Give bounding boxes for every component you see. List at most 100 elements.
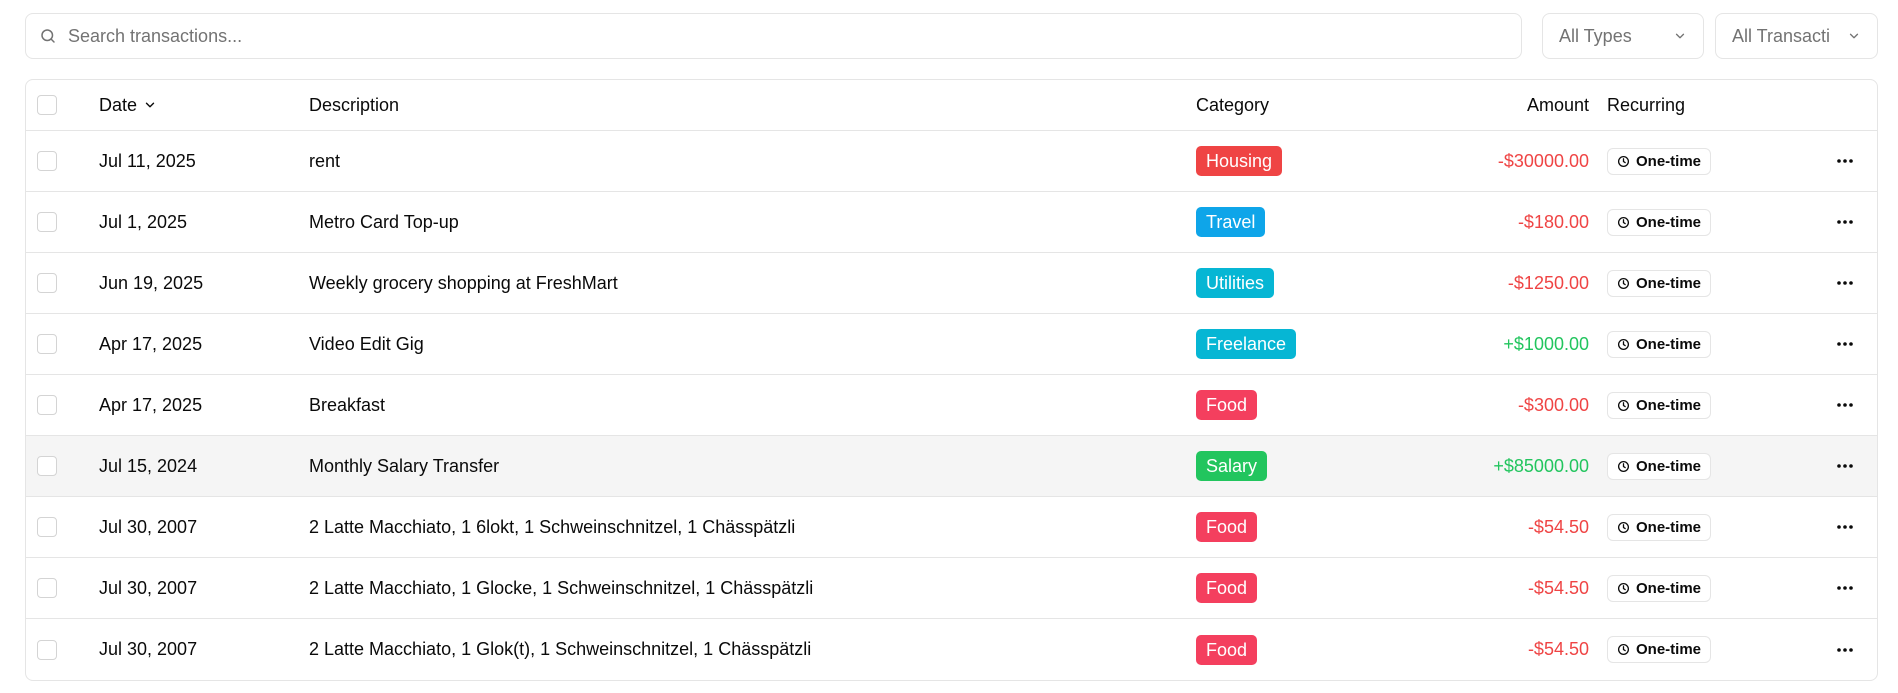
transaction-filter-select[interactable]: All Transacti [1715,13,1878,59]
row-date: Jul 11, 2025 [99,150,196,171]
chevron-down-icon [1847,29,1861,43]
table-row[interactable]: Jul 1, 2025 Metro Card Top-up Travel -$1… [26,192,1877,253]
row-category-cell: Freelance [1196,314,1297,374]
row-actions-button[interactable] [1833,619,1857,680]
row-date: Jul 15, 2024 [99,455,198,476]
row-actions-button[interactable] [1833,253,1857,313]
row-description: 2 Latte Macchiato, 1 Glocke, 1 Schweinsc… [309,577,814,598]
row-amount: +$85000.00 [1493,455,1589,476]
table-row[interactable]: Jul 30, 2007 2 Latte Macchiato, 1 Glok(t… [26,619,1877,680]
row-checkbox[interactable] [37,517,57,537]
row-amount: -$54.50 [1527,639,1589,659]
description-column-header: Description [309,94,400,115]
recurring-badge: One-time [1607,330,1712,358]
row-amount: -$30000.00 [1497,150,1589,171]
row-description: Metro Card Top-up [309,211,459,232]
type-filter-label: All Types [1559,25,1632,46]
row-category-cell: Utilities [1196,253,1275,313]
row-amount: -$180.00 [1517,211,1589,232]
row-select-cell [36,192,58,252]
category-badge: Travel [1196,207,1266,237]
row-actions-button[interactable] [1833,131,1857,191]
date-header-label: Date [99,94,138,115]
category-column-header: Category [1196,94,1270,115]
toolbar: All Types All Transacti [25,13,1878,59]
row-actions-button[interactable] [1833,314,1857,374]
table-row[interactable]: Apr 17, 2025 Video Edit Gig Freelance +$… [26,314,1877,375]
recurring-label: One-time [1636,579,1702,597]
row-actions-button[interactable] [1833,375,1857,435]
row-category-cell: Food [1196,497,1258,557]
row-description: Video Edit Gig [309,333,424,354]
row-checkbox[interactable] [37,578,57,598]
clock-icon [1617,216,1630,229]
clock-icon [1617,643,1630,656]
table-row[interactable]: Jul 30, 2007 2 Latte Macchiato, 1 6lokt,… [26,497,1877,558]
category-badge: Food [1196,573,1258,603]
row-checkbox[interactable] [37,273,57,293]
row-checkbox[interactable] [37,456,57,476]
search-box[interactable] [25,13,1522,59]
row-select-cell [36,253,58,313]
recurring-label: One-time [1636,457,1702,475]
date-column-header[interactable]: Date [99,80,157,130]
clock-icon [1617,582,1630,595]
more-horizontal-icon [1836,524,1854,530]
table-row[interactable]: Jul 30, 2007 2 Latte Macchiato, 1 Glocke… [26,558,1877,619]
row-actions-button[interactable] [1833,497,1857,557]
row-select-cell [36,619,58,680]
more-horizontal-icon [1836,647,1854,653]
table-row[interactable]: Jul 15, 2024 Monthly Salary Transfer Sal… [26,436,1877,497]
row-checkbox[interactable] [37,639,57,660]
category-badge: Food [1196,512,1258,542]
row-description: 2 Latte Macchiato, 1 6lokt, 1 Schweinsch… [309,516,796,537]
recurring-column-header: Recurring [1607,94,1686,115]
row-actions-button[interactable] [1833,192,1857,252]
row-category-cell: Food [1196,375,1258,435]
row-amount: -$300.00 [1517,394,1589,415]
category-badge: Freelance [1196,329,1297,359]
type-filter-select[interactable]: All Types [1542,13,1704,59]
row-checkbox[interactable] [37,395,57,415]
select-all-checkbox[interactable] [37,95,57,115]
row-date: Jul 30, 2007 [99,577,198,598]
table-row[interactable]: Jun 19, 2025 Weekly grocery shopping at … [26,253,1877,314]
row-select-cell [36,436,58,496]
recurring-label: One-time [1636,152,1702,170]
row-recurring-cell: One-time [1607,314,1712,374]
row-description: Weekly grocery shopping at FreshMart [309,272,618,293]
recurring-badge: One-time [1607,391,1712,419]
clock-icon [1617,399,1630,412]
table-row[interactable]: Apr 17, 2025 Breakfast Food -$300.00 One… [26,375,1877,436]
more-horizontal-icon [1836,402,1854,408]
clock-icon [1617,155,1630,168]
row-category-cell: Salary [1196,436,1268,496]
row-actions-button[interactable] [1833,558,1857,618]
row-date: Apr 17, 2025 [99,394,203,415]
table-row[interactable]: Jul 11, 2025 rent Housing -$30000.00 One… [26,131,1877,192]
row-date: Jul 1, 2025 [99,211,188,232]
row-checkbox[interactable] [37,151,57,171]
more-horizontal-icon [1836,280,1854,286]
search-input[interactable] [68,14,1521,58]
recurring-badge: One-time [1607,452,1712,480]
row-checkbox[interactable] [37,334,57,354]
row-amount: -$1250.00 [1507,272,1589,293]
row-actions-button[interactable] [1833,436,1857,496]
table-body: Jul 11, 2025 rent Housing -$30000.00 One… [26,131,1877,680]
more-horizontal-icon [1836,585,1854,591]
row-checkbox[interactable] [37,212,57,232]
category-badge: Utilities [1196,268,1275,298]
table-header: Date Description Category Amount Recurri… [26,80,1877,131]
row-category-cell: Food [1196,558,1258,618]
row-category-cell: Housing [1196,131,1283,191]
select-all-cell [36,80,58,130]
row-amount: +$1000.00 [1503,333,1589,354]
recurring-label: One-time [1636,518,1702,536]
row-amount-cell: -$1250.00 [1508,253,1589,313]
category-badge: Food [1196,634,1258,665]
recurring-label: One-time [1636,396,1702,414]
category-badge: Housing [1196,146,1283,176]
row-amount-cell: -$54.50 [1528,619,1589,680]
recurring-label: One-time [1636,274,1702,292]
